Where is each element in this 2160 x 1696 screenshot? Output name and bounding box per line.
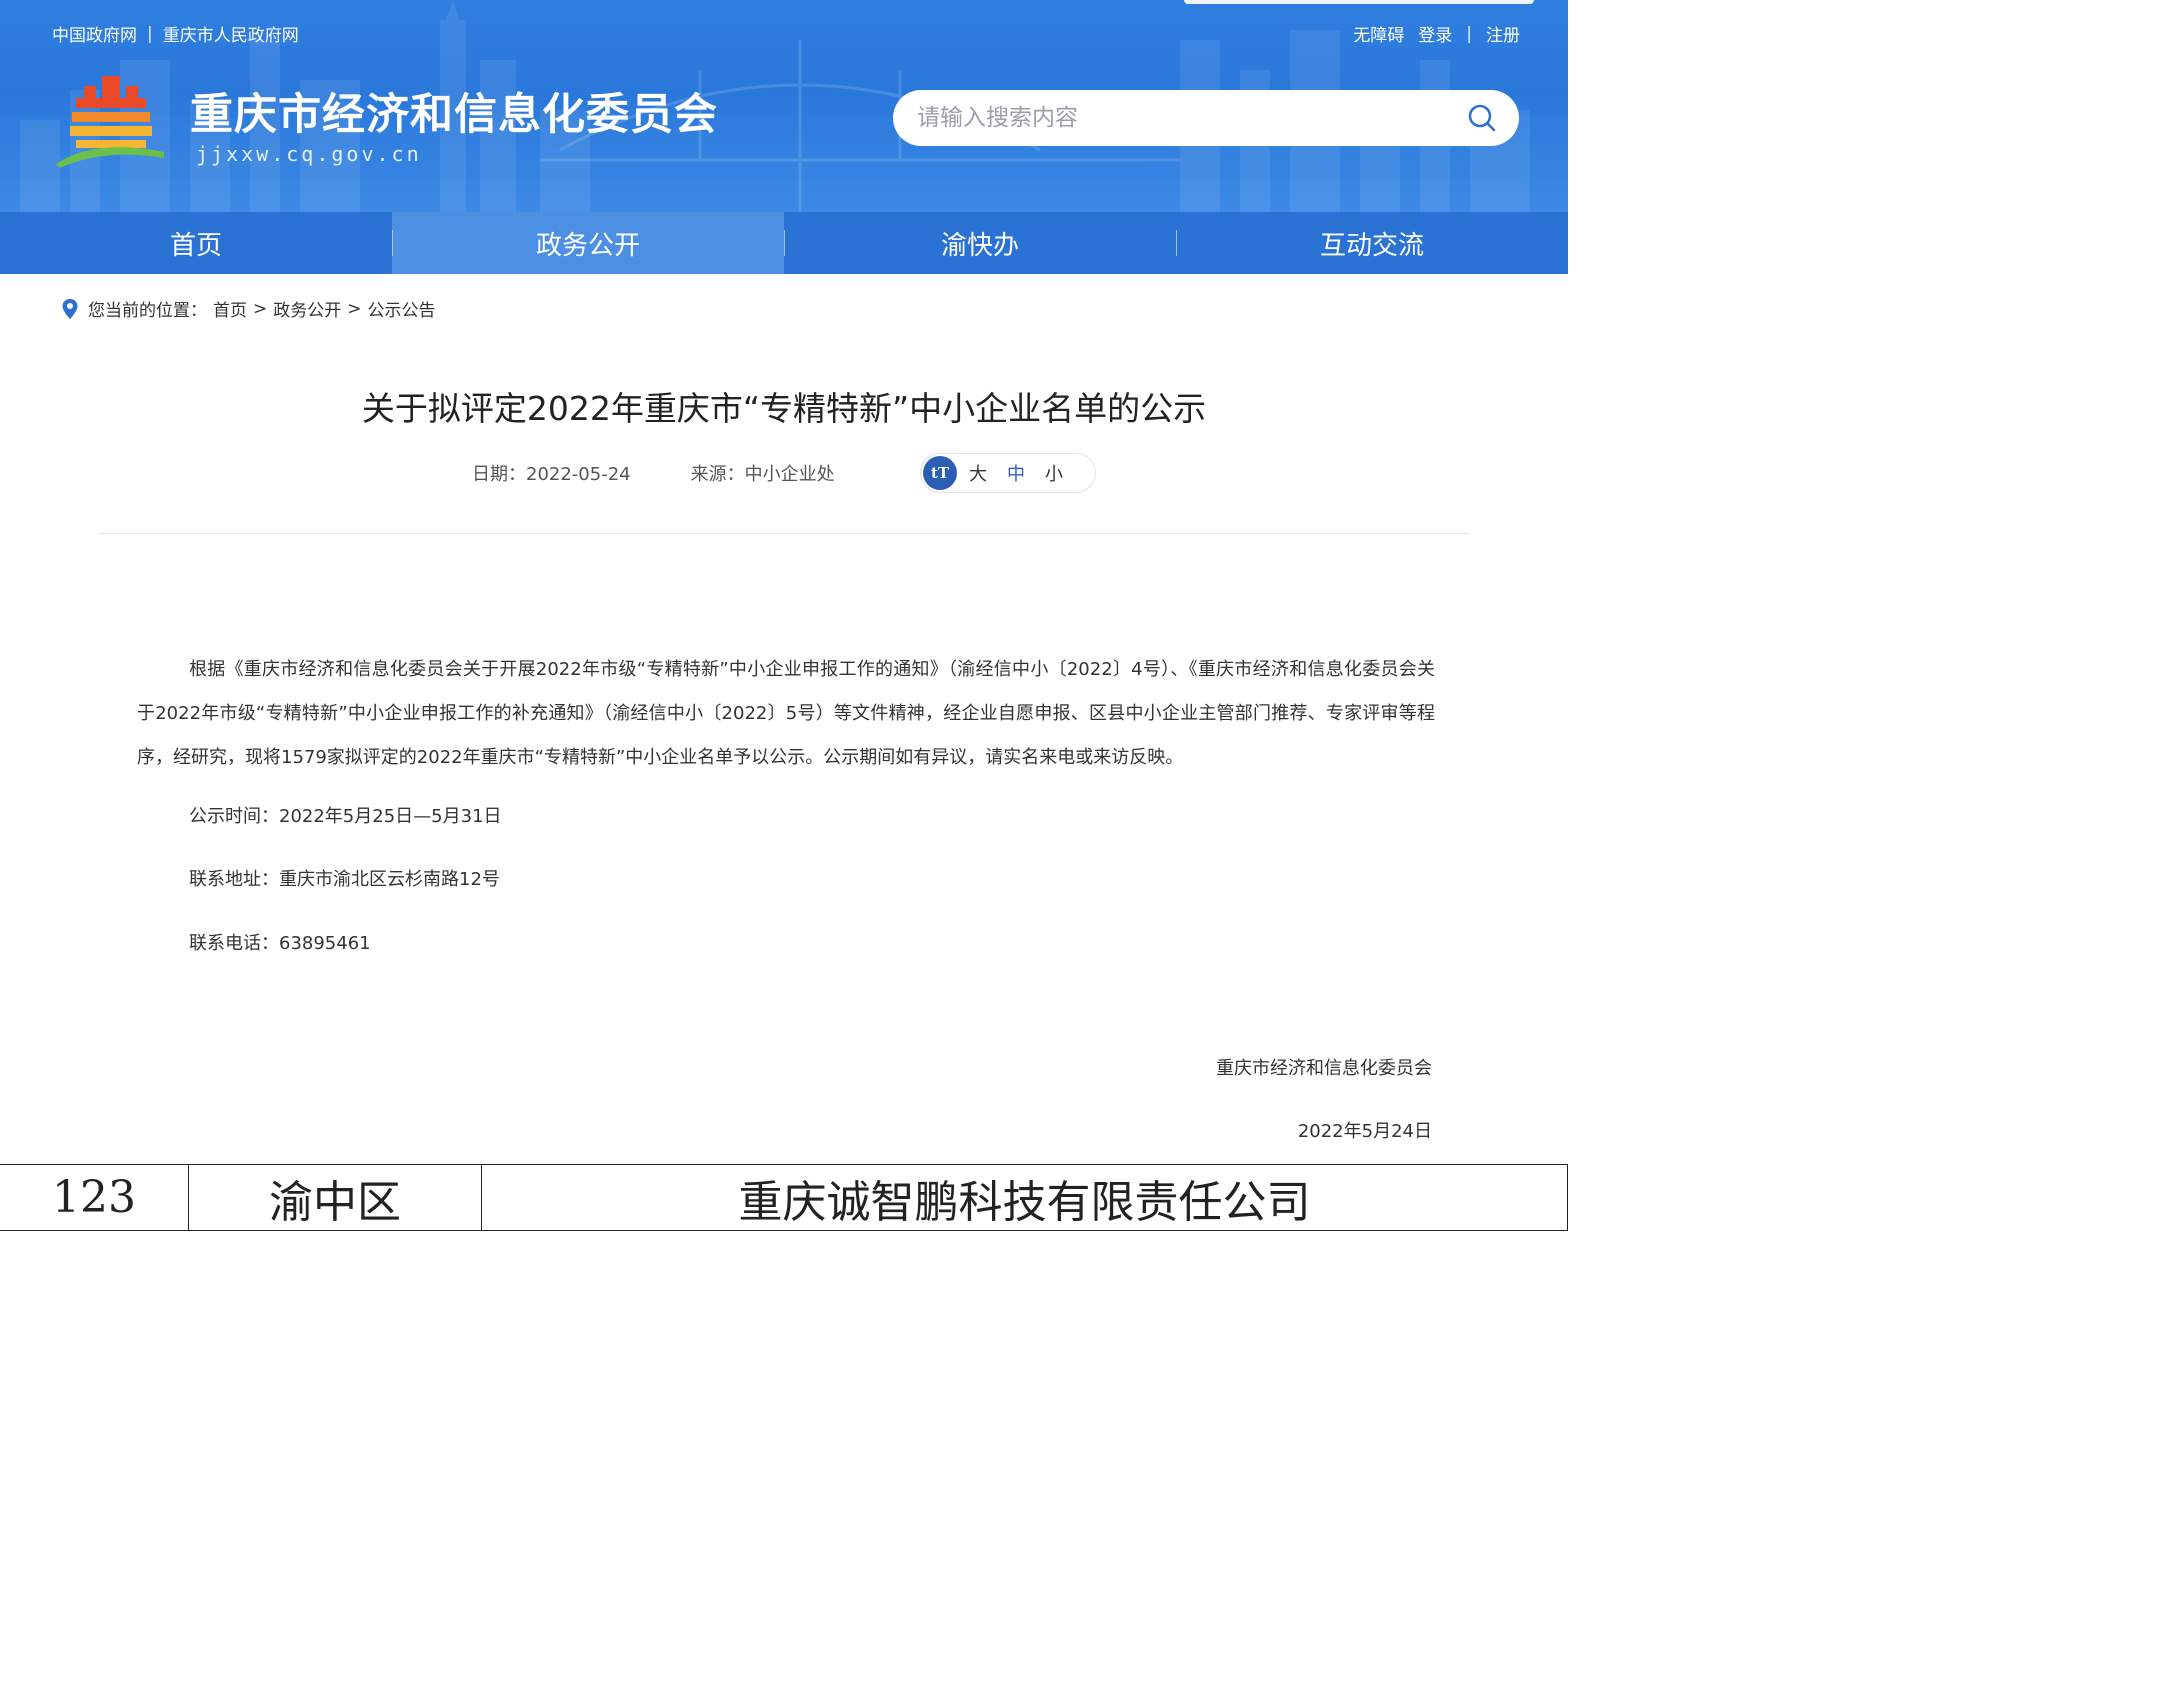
site-domain: jjxxw.cq.gov.cn	[196, 142, 422, 166]
breadcrumb-government-affairs[interactable]: 政务公开	[273, 296, 341, 321]
font-size-medium-button[interactable]: 中	[1007, 460, 1025, 486]
register-link[interactable]: 注册	[1486, 21, 1520, 46]
nav-item-home[interactable]: 首页	[0, 212, 392, 274]
nav-item-government-affairs[interactable]: 政务公开	[392, 212, 784, 274]
signature: 重庆市经济和信息化委员会	[1216, 1058, 1432, 1079]
table-cell-company: 重庆诚智鹏科技有限责任公司	[482, 1165, 1568, 1230]
font-size-small-button[interactable]: 小	[1045, 460, 1063, 486]
source-label: 来源：	[690, 464, 745, 485]
article-date: 日期：2022-05-24	[472, 460, 631, 486]
sign-date: 2022年5月24日	[1297, 1121, 1432, 1142]
article-source: 来源：中小企业处	[691, 460, 835, 486]
login-link[interactable]: 登录	[1418, 21, 1452, 46]
font-size-large-button[interactable]: 大	[969, 460, 987, 486]
location-pin-icon	[62, 298, 78, 319]
table-row: 123 渝中区 重庆诚智鹏科技有限责任公司	[0, 1164, 1568, 1231]
font-size-icon: tT	[923, 456, 957, 490]
breadcrumb-separator: >	[347, 298, 362, 319]
contact-phone: 联系电话：63895461	[189, 933, 371, 954]
site-name[interactable]: 重庆市经济和信息化委员会	[190, 80, 718, 142]
accessibility-link[interactable]: 无障碍	[1353, 21, 1404, 46]
breadcrumb-announcements[interactable]: 公示公告	[368, 296, 436, 321]
divider: |	[1466, 23, 1472, 44]
article-title: 关于拟评定2022年重庆市“专精特新”中小企业名单的公示	[361, 389, 1207, 428]
breadcrumb: 您当前的位置： 首页 > 政务公开 > 公示公告	[62, 296, 436, 321]
title-divider	[98, 533, 1470, 534]
top-links-left: 中国政府网 | 重庆市人民政府网	[52, 21, 299, 47]
link-cq-gov[interactable]: 重庆市人民政府网	[163, 21, 299, 46]
site-header: 中国政府网 | 重庆市人民政府网 无障碍 登录 | 注册 重庆市经济和信息化委员…	[0, 0, 1568, 212]
table-cell-district: 渝中区	[189, 1165, 482, 1230]
link-gov-cn[interactable]: 中国政府网	[52, 21, 137, 46]
search-box	[893, 90, 1519, 146]
font-size-switcher: tT 大 中 小	[920, 453, 1096, 493]
source-value: 中小企业处	[744, 464, 835, 485]
table-cell-number: 123	[0, 1165, 189, 1230]
article-meta: 日期：2022-05-24 来源：中小企业处	[472, 460, 835, 486]
article-body: 根据《重庆市经济和信息化委员会关于开展2022年市级“专精特新”中小企业申报工作…	[137, 659, 1435, 768]
breadcrumb-prefix: 您当前的位置：	[88, 301, 207, 321]
breadcrumb-separator: >	[253, 298, 268, 319]
notice-time: 公示时间：2022年5月25日—5月31日	[189, 806, 502, 827]
search-input[interactable]	[917, 105, 1437, 131]
top-links-right: 无障碍 登录 | 注册	[1353, 21, 1520, 47]
contact-address: 联系地址：重庆市渝北区云杉南路12号	[189, 869, 500, 890]
breadcrumb-home[interactable]: 首页	[213, 296, 247, 321]
emblem-logo-icon[interactable]	[54, 68, 170, 168]
nav-item-interaction[interactable]: 互动交流	[1176, 212, 1568, 274]
date-value: 2022-05-24	[526, 464, 631, 485]
nav-item-yukuaiban[interactable]: 渝快办	[784, 212, 1176, 274]
main-nav: 首页 政务公开 渝快办 互动交流	[0, 212, 1568, 274]
search-icon[interactable]	[1467, 103, 1497, 133]
top-strip	[1184, 0, 1534, 4]
divider: |	[147, 23, 153, 44]
date-label: 日期：	[472, 464, 526, 485]
